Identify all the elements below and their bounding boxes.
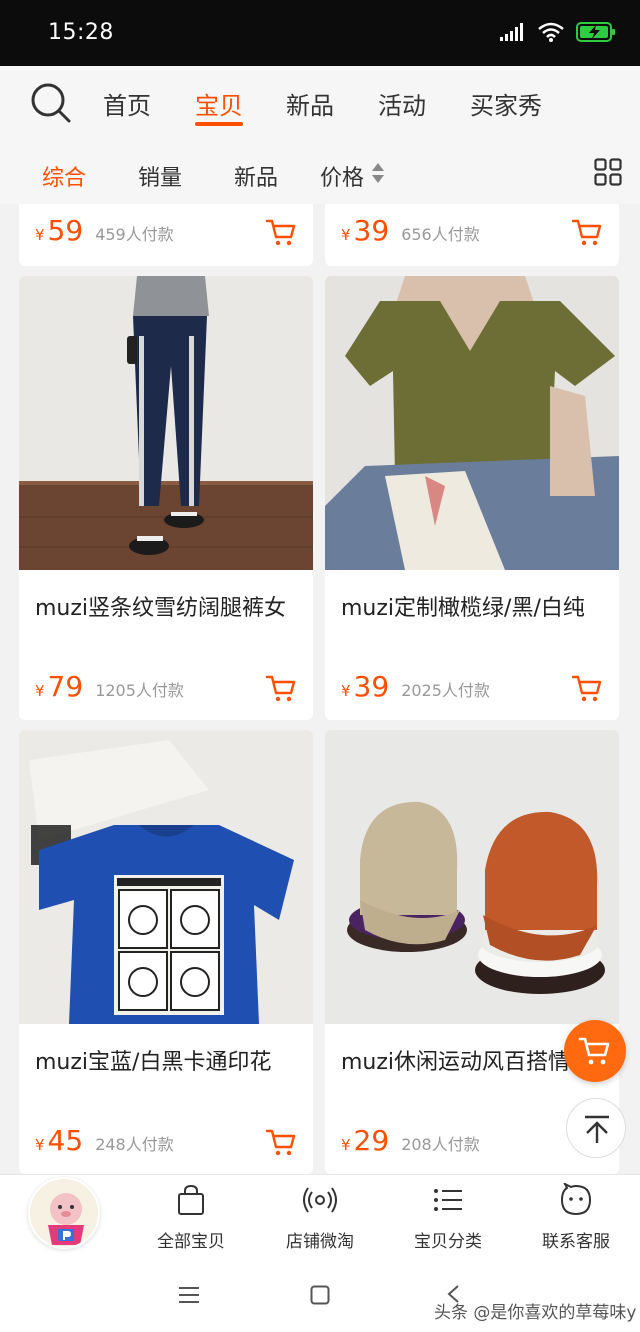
price-row: ¥ 45 248人付款: [35, 1124, 174, 1160]
active-tab-indicator: [195, 122, 243, 126]
tab-home[interactable]: 首页: [103, 86, 151, 121]
product-card[interactable]: muzi竖条纹雪纺阔腿裤女 ¥ 79 1205人付款: [19, 276, 313, 720]
product-card[interactable]: ¥ 39 656人付款: [325, 204, 619, 266]
currency-symbol: ¥: [341, 1136, 351, 1154]
status-bar: 15:28: [0, 0, 640, 66]
product-card[interactable]: muzi定制橄榄绿/黑/白纯 ¥ 39 2025人付款: [325, 276, 619, 720]
bag-icon: [178, 1184, 204, 1215]
product-price: 39: [353, 214, 390, 247]
tab-products[interactable]: 宝贝: [195, 86, 243, 121]
currency-symbol: ¥: [35, 1136, 45, 1154]
all-products-button[interactable]: 全部宝贝: [141, 1183, 241, 1252]
product-price: 59: [47, 214, 84, 247]
category-list-icon: [434, 1189, 462, 1211]
price-row: ¥ 59 459人付款: [35, 214, 174, 250]
tab-activity[interactable]: 活动: [378, 86, 426, 121]
add-to-cart-icon[interactable]: [265, 672, 297, 704]
currency-symbol: ¥: [35, 682, 45, 700]
product-categories-button[interactable]: 宝贝分类: [398, 1183, 498, 1252]
menu-icon[interactable]: [178, 1286, 200, 1304]
price-row: ¥ 29 208人付款: [341, 1124, 480, 1160]
sort-new[interactable]: 新品: [234, 160, 278, 192]
sort-price[interactable]: 价格: [320, 160, 364, 192]
product-price: 39: [353, 670, 390, 703]
product-image-green-tee[interactable]: [325, 276, 619, 570]
product-image-blue-tee[interactable]: [19, 730, 313, 1024]
sold-count: 2025人付款: [401, 681, 490, 700]
sold-count: 459人付款: [95, 225, 174, 244]
contact-service-label: 联系客服: [542, 1232, 610, 1252]
broadcast-icon: [303, 1187, 337, 1213]
product-card[interactable]: ¥ 59 459人付款: [19, 204, 313, 266]
floating-cart-button[interactable]: [564, 1020, 626, 1082]
add-to-cart-icon[interactable]: [265, 1126, 297, 1158]
sold-count: 208人付款: [401, 1135, 480, 1154]
product-card[interactable]: muzi宝蓝/白黑卡通印花 ¥ 45 248人付款: [19, 730, 313, 1174]
add-to-cart-icon[interactable]: [265, 216, 297, 248]
top-nav: 首页 宝贝 新品 活动 买家秀: [0, 66, 640, 142]
sort-sales[interactable]: 销量: [138, 160, 182, 192]
product-title[interactable]: muzi竖条纹雪纺阔腿裤女: [35, 590, 305, 622]
add-to-cart-icon[interactable]: [571, 216, 603, 248]
product-image-pants[interactable]: [19, 276, 313, 570]
product-price: 29: [353, 1124, 390, 1157]
all-products-label: 全部宝贝: [157, 1232, 225, 1252]
sort-arrows-icon[interactable]: [371, 160, 385, 186]
price-row: ¥ 79 1205人付款: [35, 670, 184, 706]
shop-avatar[interactable]: [28, 1177, 100, 1249]
contact-service-button[interactable]: 联系客服: [526, 1183, 626, 1252]
status-time: 15:28: [48, 20, 114, 45]
grid-view-icon[interactable]: [594, 158, 622, 186]
sold-count: 1205人付款: [95, 681, 184, 700]
arrow-up-icon: [585, 1115, 609, 1143]
currency-symbol: ¥: [35, 226, 45, 244]
search-icon[interactable]: [30, 82, 72, 124]
sort-bar: 综合 销量 新品 价格: [0, 142, 640, 204]
sold-count: 248人付款: [95, 1135, 174, 1154]
shop-feed-button[interactable]: 店铺微淘: [270, 1183, 370, 1252]
status-icons: [500, 22, 616, 42]
signal-icon: [500, 23, 523, 41]
add-to-cart-icon[interactable]: [571, 672, 603, 704]
price-row: ¥ 39 656人付款: [341, 214, 480, 250]
wifi-icon: [538, 22, 564, 42]
battery-charging-icon: [576, 22, 615, 42]
sold-count: 656人付款: [401, 225, 480, 244]
product-title[interactable]: muzi宝蓝/白黑卡通印花: [35, 1044, 305, 1076]
price-row: ¥ 39 2025人付款: [341, 670, 490, 706]
product-title[interactable]: muzi定制橄榄绿/黑/白纯: [341, 590, 611, 622]
back-to-top-button[interactable]: [566, 1098, 626, 1158]
product-image-caps[interactable]: [325, 730, 619, 1024]
chat-face-icon: [560, 1183, 592, 1216]
watermark-text: 头条 @是你喜欢的草莓味y: [434, 1303, 637, 1323]
product-grid: ¥ 59 459人付款 ¥ 39 656人付款 muzi竖条纹雪纺阔腿裤女 ¥ …: [0, 204, 640, 1174]
tab-new[interactable]: 新品: [286, 86, 334, 121]
shop-feed-label: 店铺微淘: [286, 1232, 354, 1252]
home-icon[interactable]: [310, 1285, 330, 1305]
product-price: 79: [47, 670, 84, 703]
currency-symbol: ¥: [341, 226, 351, 244]
shop-bottom-bar: 全部宝贝 店铺微淘 宝贝分类 联系客服: [0, 1174, 640, 1256]
product-price: 45: [47, 1124, 84, 1157]
currency-symbol: ¥: [341, 682, 351, 700]
product-categories-label: 宝贝分类: [414, 1232, 482, 1252]
sort-comprehensive[interactable]: 综合: [42, 160, 86, 192]
tab-buyer-show[interactable]: 买家秀: [470, 86, 542, 121]
cart-icon: [578, 1037, 610, 1065]
